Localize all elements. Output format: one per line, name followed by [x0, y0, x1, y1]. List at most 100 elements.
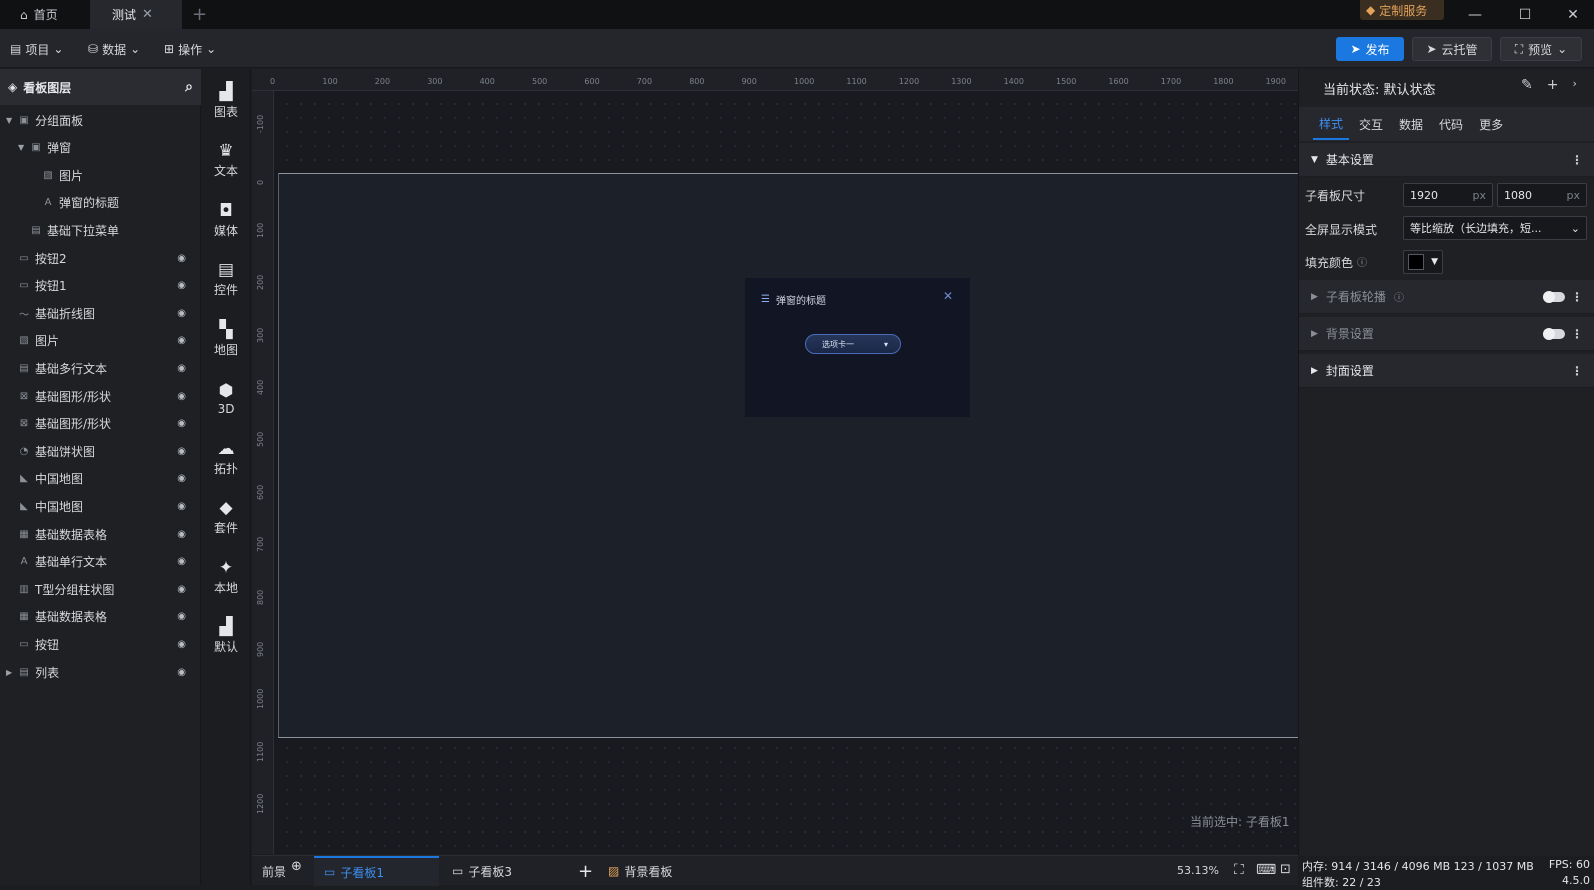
- window-close-icon[interactable]: ✕: [1548, 0, 1594, 29]
- layer-item[interactable]: A 弹窗的标题: [0, 189, 200, 217]
- help-icon[interactable]: ⓘ: [1394, 289, 1404, 304]
- layer-item[interactable]: ▭ 按钮1 ◉: [0, 272, 200, 300]
- layer-item[interactable]: ▦ 基础数据表格 ◉: [0, 520, 200, 548]
- carousel-toggle[interactable]: [1543, 290, 1565, 303]
- tab-sub-board-3[interactable]: ▭ 子看板3: [442, 856, 567, 886]
- eye-icon[interactable]: ◉: [177, 667, 186, 678]
- cloud-hosting-button[interactable]: ➤ 云托管: [1412, 37, 1492, 61]
- toolbox-item[interactable]: ✦ 本地: [201, 547, 251, 607]
- new-tab-button[interactable]: +: [192, 4, 207, 25]
- close-icon[interactable]: ✕: [943, 289, 953, 303]
- close-icon[interactable]: ✕: [142, 7, 153, 22]
- popup-dropdown[interactable]: 选项卡一 ▾: [805, 334, 901, 354]
- toolbox-item[interactable]: ♛ 文本: [201, 131, 251, 191]
- layer-item[interactable]: ▧ 图片 ◉: [0, 327, 200, 355]
- layer-item[interactable]: ▼ ▣ 弹窗: [0, 134, 200, 162]
- chevron-right-icon[interactable]: ›: [1572, 77, 1576, 93]
- eye-icon[interactable]: ◉: [177, 473, 186, 484]
- foreground-tab[interactable]: 前景 ⊕: [252, 856, 312, 886]
- toolbox-item[interactable]: ⬢ 3D: [201, 369, 251, 429]
- more-icon[interactable]: ⋮: [1571, 153, 1583, 167]
- eye-icon[interactable]: ◉: [177, 446, 186, 457]
- terminal-icon[interactable]: ⊡: [1280, 862, 1291, 877]
- section-background[interactable]: ▶ 背景设置 ⋮: [1299, 317, 1594, 351]
- toolbox-item[interactable]: ▟ 图表: [201, 71, 251, 131]
- eye-icon[interactable]: ◉: [177, 363, 186, 374]
- toolbox-item[interactable]: ▚ 地图: [201, 309, 251, 369]
- layer-item[interactable]: ▼ ▣ 分组面板: [0, 106, 200, 134]
- layer-item[interactable]: ◔ 基础饼状图 ◉: [0, 437, 200, 465]
- zoom-level[interactable]: 53.13%: [1177, 864, 1219, 877]
- tab-more[interactable]: 更多: [1473, 110, 1509, 139]
- tab-data[interactable]: 数据: [1393, 110, 1429, 139]
- section-basic-settings[interactable]: ▼ 基本设置 ⋮: [1299, 143, 1594, 177]
- sub-board[interactable]: ☰ 弹窗的标题 ✕ 选项卡一 ▾: [278, 173, 1298, 738]
- caret-down-icon[interactable]: ▼: [18, 143, 24, 152]
- menu-project[interactable]: ▤ 项目 ⌄: [10, 39, 63, 59]
- maximize-icon[interactable]: ☐: [1500, 0, 1550, 29]
- help-icon[interactable]: ⓘ: [1357, 254, 1367, 271]
- tab-code[interactable]: 代码: [1433, 110, 1469, 139]
- canvas-area[interactable]: 0 100 200 300 400 500 600 700 800 900 1000 1100 1200…: [252, 69, 1298, 854]
- layer-item[interactable]: A 基础单行文本 ◉: [0, 548, 200, 576]
- more-icon[interactable]: ⋮: [1571, 290, 1583, 304]
- more-icon[interactable]: ⋮: [1571, 327, 1583, 341]
- fullscreen-select[interactable]: 等比缩放（长边填充，短... ⌄: [1403, 216, 1587, 240]
- layer-item[interactable]: ▦ 基础数据表格 ◉: [0, 603, 200, 631]
- layer-item[interactable]: ◣ 中国地图 ◉: [0, 465, 200, 493]
- layer-item[interactable]: ▥ T型分组柱状图 ◉: [0, 575, 200, 603]
- popup-component[interactable]: ☰ 弹窗的标题 ✕ 选项卡一 ▾: [745, 278, 970, 417]
- section-cover[interactable]: ▶ 封面设置 ⋮: [1299, 354, 1594, 388]
- keyboard-icon[interactable]: ⌨: [1256, 862, 1276, 878]
- layer-item[interactable]: ⊠ 基础图形/形状 ◉: [0, 382, 200, 410]
- layer-item[interactable]: ▭ 按钮2 ◉: [0, 244, 200, 272]
- layer-item[interactable]: ▤ 基础多行文本 ◉: [0, 354, 200, 382]
- eye-icon[interactable]: ◉: [177, 308, 186, 319]
- layer-item[interactable]: ▶ ▤ 列表 ◉: [0, 658, 200, 686]
- layer-item[interactable]: 〜基础折线图 ◉: [0, 299, 200, 327]
- search-icon[interactable]: ⌕: [185, 79, 193, 95]
- eye-icon[interactable]: ◉: [177, 639, 186, 650]
- toolbox-item[interactable]: ◘ 媒体: [201, 190, 251, 250]
- eye-icon[interactable]: ◉: [177, 280, 186, 291]
- fill-color-picker[interactable]: ▼: [1403, 250, 1443, 274]
- layer-item[interactable]: ⊠ 基础图形/形状 ◉: [0, 410, 200, 438]
- eye-icon[interactable]: ◉: [177, 556, 186, 567]
- tab-interaction[interactable]: 交互: [1353, 110, 1389, 139]
- more-icon[interactable]: ⋮: [1571, 364, 1583, 378]
- eye-icon[interactable]: ◉: [177, 529, 186, 540]
- fit-screen-icon[interactable]: ⛶: [1234, 862, 1244, 878]
- eye-icon[interactable]: ◉: [177, 584, 186, 595]
- width-input[interactable]: 1920 px: [1403, 183, 1493, 207]
- eye-icon[interactable]: ◉: [177, 391, 186, 402]
- publish-button[interactable]: ➤ 发布: [1336, 37, 1404, 61]
- toolbox-item[interactable]: ▤ 控件: [201, 250, 251, 310]
- tab-style[interactable]: 样式: [1313, 109, 1350, 140]
- background-board-tab[interactable]: ▨ 背景看板: [598, 856, 718, 886]
- layer-item[interactable]: ▧ 图片: [0, 161, 200, 189]
- menu-operation[interactable]: ⊞ 操作 ⌄: [164, 39, 216, 59]
- eye-icon[interactable]: ◉: [177, 501, 186, 512]
- toolbox-item[interactable]: ◆ 套件: [201, 488, 251, 548]
- menu-data[interactable]: ⛁ 数据 ⌄: [88, 39, 140, 59]
- eye-icon[interactable]: ◉: [177, 418, 186, 429]
- height-input[interactable]: 1080 px: [1497, 183, 1587, 207]
- layer-item[interactable]: ▤ 基础下拉菜单: [0, 216, 200, 244]
- background-toggle[interactable]: [1543, 327, 1565, 340]
- tab-home[interactable]: ⌂ 首页: [8, 0, 90, 29]
- preview-button[interactable]: ⛶ 预览 ⌄: [1500, 37, 1582, 61]
- custom-service-button[interactable]: ◆ 定制服务: [1360, 0, 1444, 20]
- section-carousel[interactable]: ▶ 子看板轮播 ⓘ ⋮: [1299, 280, 1594, 314]
- tab-sub-board-1[interactable]: ▭ 子看板1: [314, 856, 439, 886]
- eye-icon[interactable]: ◉: [177, 253, 186, 264]
- minimize-icon[interactable]: —: [1450, 0, 1500, 29]
- add-icon[interactable]: +: [1547, 77, 1559, 93]
- add-circle-icon[interactable]: ⊕: [291, 859, 302, 874]
- layer-item[interactable]: ◣ 中国地图 ◉: [0, 492, 200, 520]
- layer-item[interactable]: ▭ 按钮 ◉: [0, 630, 200, 658]
- caret-right-icon[interactable]: ▶: [6, 668, 12, 677]
- toolbox-item[interactable]: ▟ 默认: [201, 607, 251, 667]
- tab-test[interactable]: 测试 ✕: [90, 0, 182, 29]
- eye-icon[interactable]: ◉: [177, 335, 186, 346]
- edit-icon[interactable]: ✎: [1521, 77, 1533, 93]
